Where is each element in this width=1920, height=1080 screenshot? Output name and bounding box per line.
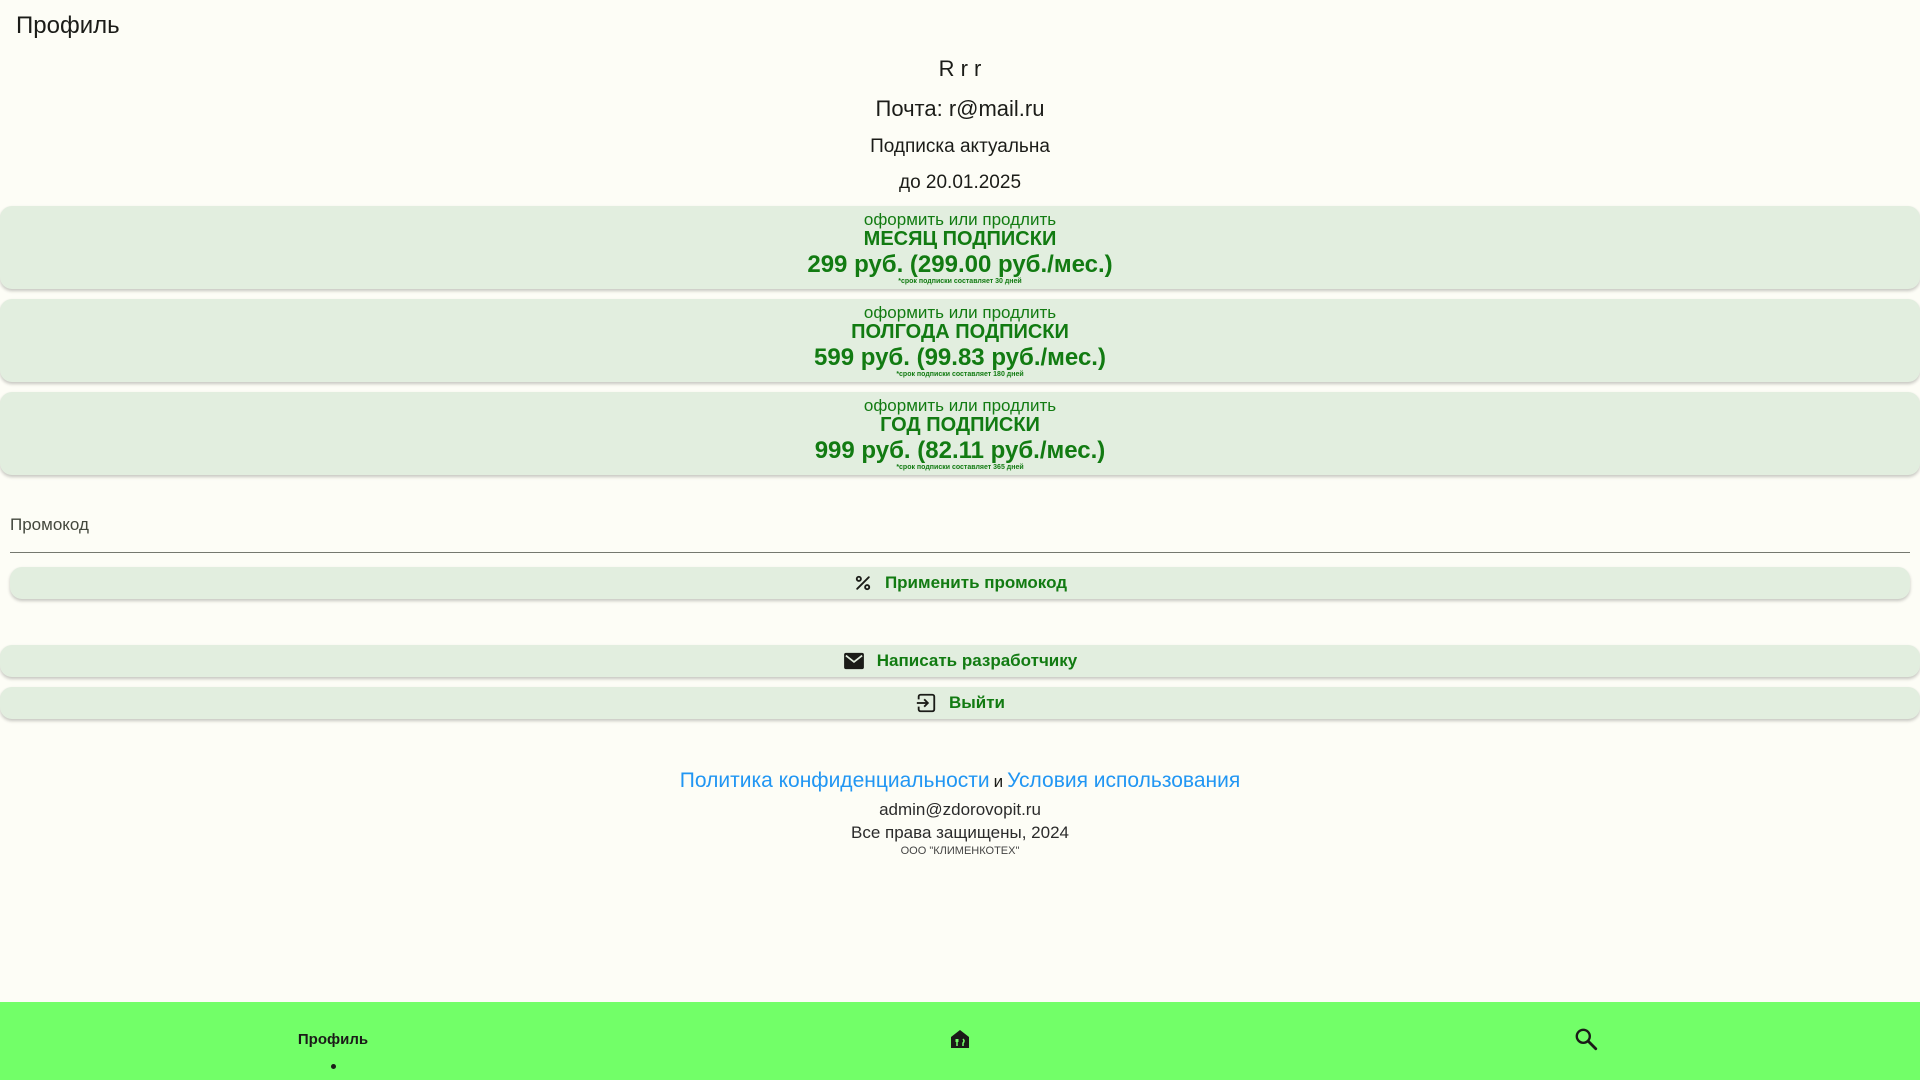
apply-promo-label: Применить промокод — [884, 573, 1068, 592]
plan-action-label: оформить или продлить — [863, 396, 1057, 415]
plan-note: *срок подписки составляет 30 дней — [898, 278, 1022, 285]
footer-email: admin@zdorovopit.ru — [879, 800, 1041, 819]
active-indicator-dot — [331, 1064, 336, 1069]
subscription-status: Подписка актуальна — [870, 136, 1050, 157]
plan-month-button[interactable]: оформить или продлить МЕСЯЦ ПОДПИСКИ 299… — [0, 206, 1920, 289]
nav-home-tab[interactable] — [920, 1002, 1000, 1080]
percent-icon — [853, 573, 873, 593]
nav-profile-label: Профиль — [297, 1030, 369, 1048]
write-developer-label: Написать разработчику — [876, 651, 1078, 670]
promo-code-field[interactable] — [10, 500, 1910, 553]
privacy-policy-link[interactable]: Политика конфиденциальности — [680, 769, 990, 792]
footer-rights: Все права защищены, 2024 — [850, 823, 1069, 842]
legal-links: Политика конфиденциальности и Условия испо… — [0, 769, 1920, 793]
plan-price: 599 руб. (99.83 руб./мес.) — [814, 344, 1106, 371]
user-email: Почта: r@mail.ru — [875, 96, 1045, 121]
mail-icon — [843, 652, 865, 670]
logout-icon — [915, 692, 937, 714]
home-food-icon — [948, 1027, 972, 1056]
promo-code-input[interactable] — [10, 500, 1910, 550]
plan-price: 999 руб. (82.11 руб./мес.) — [814, 437, 1106, 464]
logout-button[interactable]: Выйти — [0, 687, 1920, 719]
nav-profile-tab[interactable]: Профиль — [253, 1002, 413, 1080]
user-name: R r r — [938, 56, 982, 81]
search-icon — [1573, 1026, 1599, 1057]
bottom-nav: Профиль — [0, 1002, 1920, 1080]
and-text: и — [993, 772, 1004, 791]
plan-action-label: оформить или продлить — [863, 303, 1057, 322]
footer-company: ООО "КЛИМЕНКОТЕХ" — [900, 845, 1020, 857]
terms-of-use-link[interactable]: Условия использования — [1007, 769, 1240, 792]
plan-title: ГОД ПОДПИСКИ — [880, 414, 1040, 436]
plan-title: ПОЛГОДА ПОДПИСКИ — [851, 321, 1069, 343]
nav-search-tab[interactable] — [1546, 1002, 1626, 1080]
plan-action-label: оформить или продлить — [863, 210, 1057, 229]
logout-label: Выйти — [948, 693, 1006, 712]
apply-promo-button[interactable]: Применить промокод — [10, 567, 1910, 599]
plan-half-year-button[interactable]: оформить или продлить ПОЛГОДА ПОДПИСКИ 5… — [0, 299, 1920, 382]
subscription-until: до 20.01.2025 — [898, 172, 1022, 193]
plan-note: *срок подписки составляет 365 дней — [896, 464, 1024, 471]
plan-year-button[interactable]: оформить или продлить ГОД ПОДПИСКИ 999 р… — [0, 392, 1920, 475]
write-developer-button[interactable]: Написать разработчику — [0, 645, 1920, 677]
plan-price: 299 руб. (299.00 руб./мес.) — [807, 251, 1113, 278]
plan-title: МЕСЯЦ ПОДПИСКИ — [863, 228, 1057, 250]
page-title: Профиль — [16, 12, 120, 39]
profile-page: Профиль R r r Почта: r@mail.ru Подписка … — [0, 0, 1920, 1080]
plan-note: *срок подписки составляет 180 дней — [896, 371, 1024, 378]
